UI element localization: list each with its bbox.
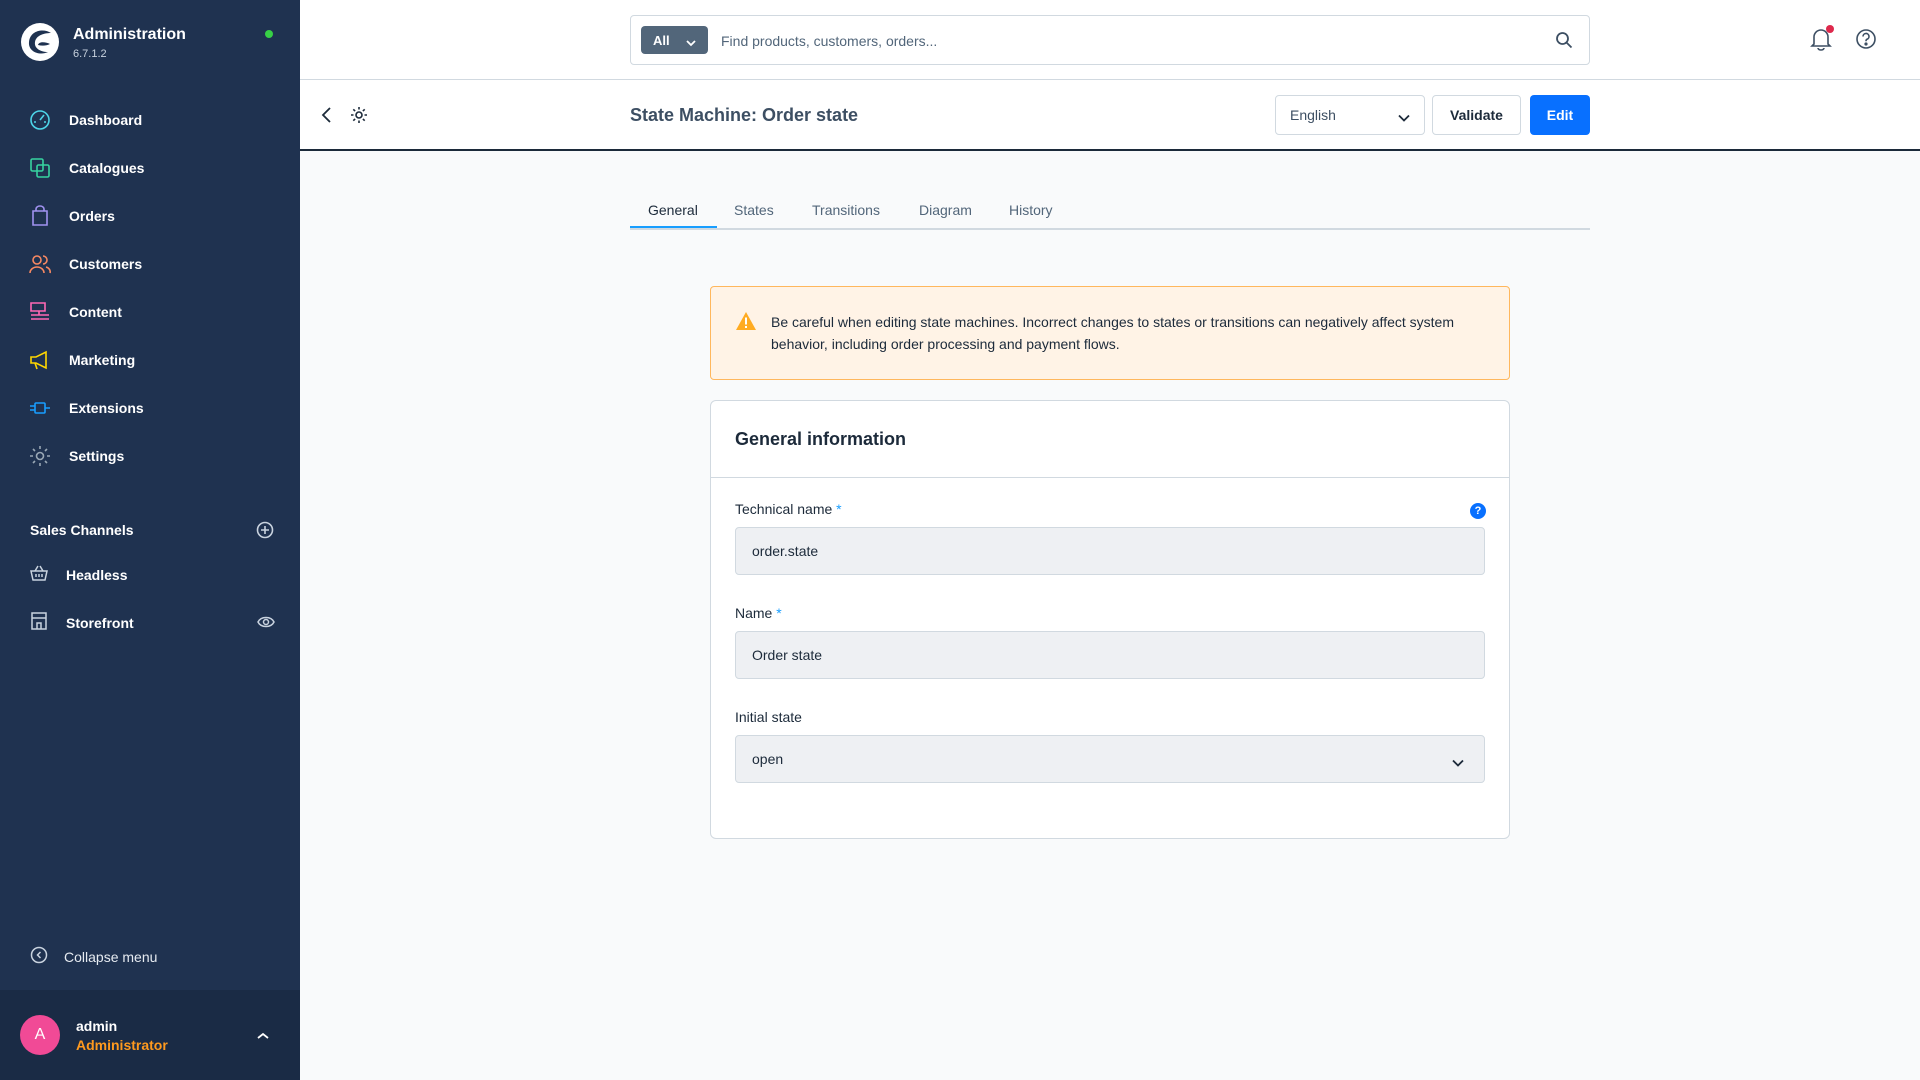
card-title: General information: [735, 429, 907, 449]
name-label: Name *: [735, 605, 782, 621]
technical-name-field[interactable]: order.state: [735, 527, 1485, 575]
shopware-logo-icon: [21, 23, 59, 61]
add-sales-channel-icon[interactable]: [255, 520, 275, 540]
top-bar: All: [300, 0, 1920, 80]
sidebar-item-extensions[interactable]: Extensions: [0, 384, 300, 432]
sidebar-item-label: Catalogues: [69, 160, 145, 176]
name-field[interactable]: Order state: [735, 631, 1485, 679]
chevron-down-icon: [1452, 754, 1464, 770]
content-icon: [28, 300, 52, 324]
sales-channels-header: Sales Channels: [30, 520, 275, 540]
sidebar-item-customers[interactable]: Customers: [0, 240, 300, 288]
sales-channel-label: Storefront: [66, 615, 134, 631]
help-icon[interactable]: ?: [1470, 503, 1486, 519]
sidebar-item-label: Customers: [69, 256, 143, 272]
card-divider: [711, 477, 1509, 478]
language-value: English: [1290, 107, 1336, 123]
required-marker: *: [776, 605, 782, 621]
tab-states[interactable]: States: [734, 202, 774, 218]
validate-button[interactable]: Validate: [1432, 95, 1521, 135]
page-title: State Machine: Order state: [630, 105, 859, 125]
sidebar-item-label: Orders: [69, 208, 115, 224]
user-menu[interactable]: A admin Administrator: [0, 990, 300, 1080]
user-role: Administrator: [76, 1037, 168, 1053]
sidebar-item-settings[interactable]: Settings: [0, 432, 300, 480]
sidebar-item-label: Settings: [69, 448, 125, 464]
tab-diagram[interactable]: Diagram: [919, 202, 972, 218]
initial-state-select[interactable]: open: [735, 735, 1485, 783]
sidebar-item-label: Dashboard: [69, 112, 143, 128]
tab-history[interactable]: History: [1009, 202, 1053, 218]
field-value: order.state: [752, 543, 819, 559]
language-select[interactable]: English: [1275, 95, 1425, 135]
sidebar: Administration 6.7.1.2 Dashboard Catalog…: [0, 0, 300, 1080]
sidebar-item-marketing[interactable]: Marketing: [0, 336, 300, 384]
sidebar-item-label: Marketing: [69, 352, 136, 368]
sidebar-item-content[interactable]: Content: [0, 288, 300, 336]
notification-dot: [1826, 25, 1834, 33]
chevron-down-icon: [686, 35, 696, 50]
search-icon[interactable]: [1555, 31, 1573, 54]
edit-button[interactable]: Edit: [1530, 95, 1590, 135]
users-icon: [28, 252, 52, 276]
gear-icon[interactable]: [350, 106, 368, 129]
avatar: A: [20, 1015, 60, 1055]
chevron-up-icon[interactable]: [256, 1028, 270, 1046]
gear-icon: [28, 444, 52, 468]
collapse-menu-label: Collapse menu: [64, 949, 158, 965]
tab-transitions[interactable]: Transitions: [812, 202, 880, 218]
shopping-bag-icon: [28, 204, 52, 228]
eye-icon[interactable]: [257, 615, 275, 634]
field-label-text: Technical name: [735, 501, 833, 517]
collapse-menu-button[interactable]: Collapse menu: [30, 945, 157, 969]
initial-state-label: Initial state: [735, 709, 802, 725]
warning-icon: [735, 311, 757, 336]
page-header: State Machine: Order state English Valid…: [300, 80, 1920, 151]
general-information-card: General information Technical name * ? o…: [710, 400, 1510, 839]
notifications-bell-icon[interactable]: [1810, 25, 1834, 56]
chevron-down-icon: [1398, 109, 1410, 125]
warning-alert: Be careful when editing state machines. …: [710, 286, 1510, 380]
basket-icon: [30, 564, 48, 587]
field-value: open: [752, 751, 784, 767]
sales-channel-storefront[interactable]: Storefront: [30, 608, 275, 638]
app-title: Administration: [73, 26, 186, 43]
sales-channels-label: Sales Channels: [30, 522, 134, 538]
sidebar-item-label: Extensions: [69, 400, 144, 416]
sales-channel-label: Headless: [66, 567, 128, 583]
sidebar-item-label: Content: [69, 304, 122, 320]
help-icon[interactable]: [1855, 28, 1877, 55]
field-value: Order state: [752, 647, 823, 663]
catalogue-icon: [28, 156, 52, 180]
plug-icon: [28, 396, 52, 420]
sales-channel-headless[interactable]: Headless: [30, 560, 275, 590]
storefront-icon: [30, 611, 48, 635]
search-input[interactable]: [721, 28, 1521, 54]
field-label-text: Initial state: [735, 709, 802, 725]
sidebar-item-dashboard[interactable]: Dashboard: [0, 96, 300, 144]
search-scope-dropdown[interactable]: All: [641, 26, 708, 54]
brand[interactable]: Administration 6.7.1.2: [20, 22, 280, 66]
tab-bar: General States Transitions Diagram Histo…: [630, 190, 1590, 230]
app-version: 6.7.1.2: [73, 48, 107, 60]
dashboard-icon: [28, 108, 52, 132]
back-arrow-icon[interactable]: [320, 106, 334, 129]
tab-general[interactable]: General: [648, 202, 698, 218]
search-scope-label: All: [653, 32, 670, 48]
required-marker: *: [836, 501, 842, 517]
main-nav: Dashboard Catalogues Orders Customers Co…: [0, 96, 300, 480]
megaphone-icon: [28, 348, 52, 372]
status-dot: [265, 30, 273, 38]
global-search: All: [630, 15, 1590, 65]
user-name: admin: [76, 1018, 118, 1034]
technical-name-label: Technical name *: [735, 501, 842, 517]
active-tab-indicator: [630, 226, 717, 228]
field-label-text: Name: [735, 605, 773, 621]
chevron-left-circle-icon: [30, 946, 48, 969]
warning-message: Be careful when editing state machines. …: [771, 314, 1454, 352]
sidebar-item-catalogues[interactable]: Catalogues: [0, 144, 300, 192]
sidebar-item-orders[interactable]: Orders: [0, 192, 300, 240]
